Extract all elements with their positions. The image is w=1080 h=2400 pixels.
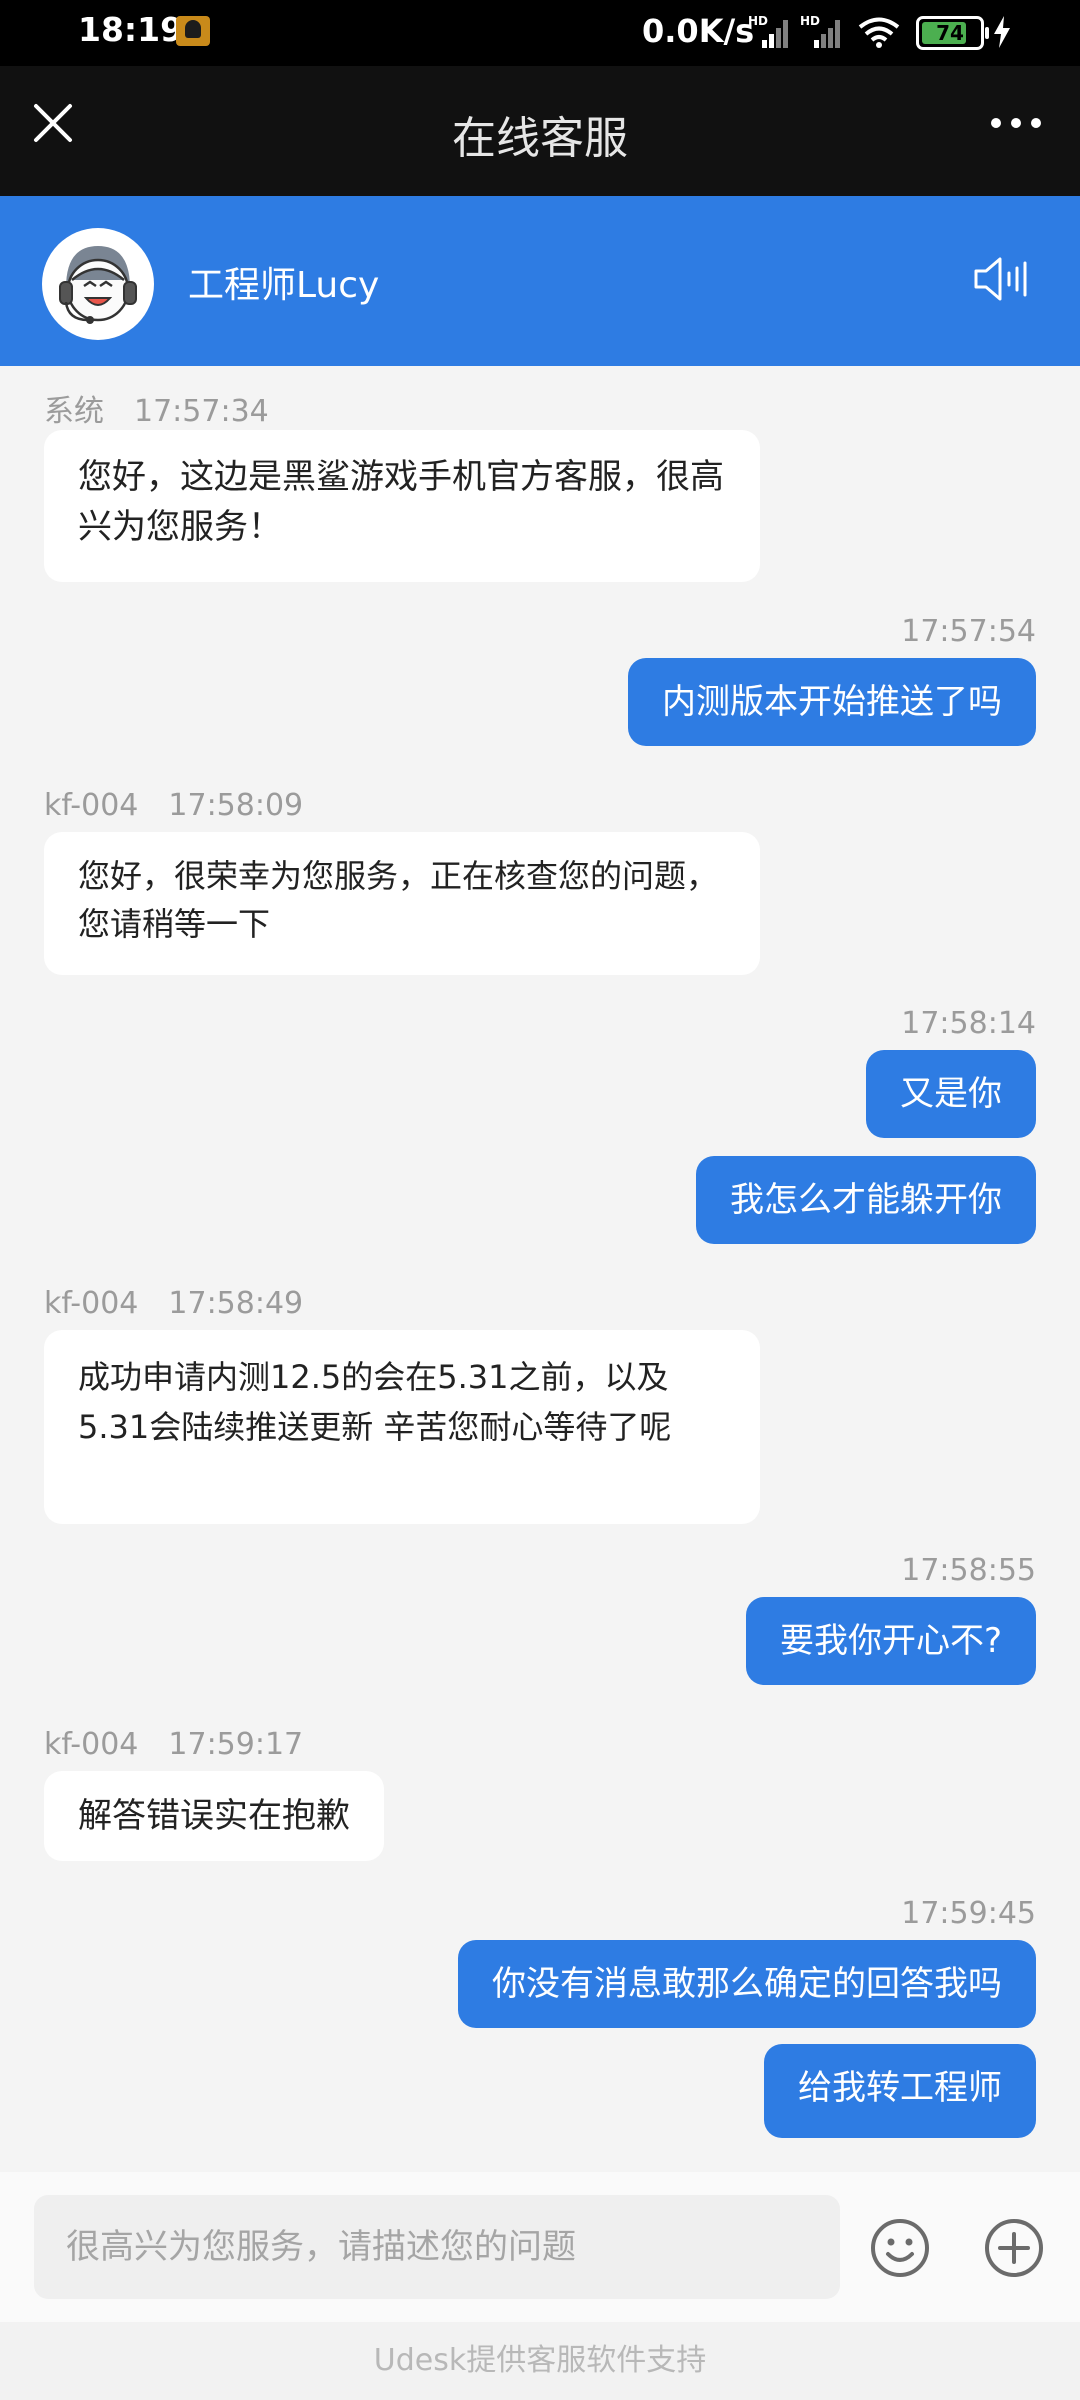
powered-by-footer: Udesk提供客服软件支持 — [0, 2322, 1080, 2400]
message-meta: kf-004 17:59:17 — [44, 1727, 303, 1762]
sender-name: 系统 — [44, 394, 104, 429]
signal-icon: HD — [748, 14, 792, 48]
plus-icon[interactable] — [982, 2216, 1046, 2280]
outgoing-message-bubble[interactable]: 你没有消息敢那么确定的回答我吗 — [458, 1940, 1036, 2028]
message-time: 17:59:45 — [901, 1896, 1036, 1931]
outgoing-message-bubble[interactable]: 又是你 — [866, 1050, 1036, 1138]
sender-name: kf-004 — [44, 788, 139, 823]
message-input[interactable] — [34, 2195, 840, 2299]
message-time: 17:59:17 — [168, 1727, 304, 1762]
agent-avatar-icon — [44, 230, 152, 338]
message-meta: kf-004 17:58:09 — [44, 788, 303, 823]
incoming-message-bubble[interactable]: 您好，这边是黑鲨游戏手机官方客服，很高兴为您服务！ — [44, 430, 760, 582]
agent-avatar — [42, 228, 154, 340]
message-time: 17:58:09 — [168, 788, 304, 823]
sender-name: kf-004 — [44, 1286, 139, 1321]
message-time: 17:57:54 — [901, 614, 1036, 649]
wifi-icon — [858, 17, 900, 48]
network-speed: 0.0K/s — [642, 12, 755, 50]
status-bar: 18:19 0.0K/s HD HD 74 — [0, 0, 1080, 66]
top-nav-bar: 在线客服 — [0, 66, 1080, 196]
status-time: 18:19 — [78, 10, 184, 49]
message-meta: kf-004 17:58:49 — [44, 1286, 303, 1321]
message-time: 17:58:55 — [901, 1553, 1036, 1588]
outgoing-message-bubble[interactable]: 我怎么才能躲开你 — [696, 1156, 1036, 1244]
incoming-message-bubble[interactable]: 您好，很荣幸为您服务，正在核查您的问题，您请稍等一下 — [44, 832, 760, 975]
signal-icon-2: HD — [800, 14, 844, 48]
outgoing-message-bubble[interactable]: 给我转工程师 — [764, 2044, 1036, 2138]
outgoing-message-bubble[interactable]: 要我你开心不? — [745, 1597, 1036, 1685]
message-time: 17:58:49 — [168, 1286, 304, 1321]
page-title: 在线客服 — [452, 113, 628, 164]
message-time: 17:57:34 — [134, 394, 269, 429]
incoming-message-bubble[interactable]: 成功申请内测12.5的会在5.31之前，以及5.31会陆续推送更新 辛苦您耐心等… — [44, 1330, 760, 1524]
message-time: 17:58:14 — [901, 1006, 1036, 1041]
agent-header: 工程师Lucy — [0, 196, 1080, 366]
emoji-icon[interactable] — [868, 2216, 932, 2280]
incoming-message-bubble[interactable]: 解答错误实在抱歉 — [44, 1771, 384, 1861]
speaker-icon[interactable] — [972, 254, 1028, 304]
app-notification-icon — [176, 16, 210, 46]
more-options-icon[interactable] — [988, 108, 1044, 138]
message-input-bar — [0, 2172, 1080, 2322]
agent-name: 工程师Lucy — [188, 265, 380, 306]
outgoing-message-bubble[interactable]: 内测版本开始推送了吗 — [628, 658, 1036, 746]
message-meta: 系统 17:57:34 — [44, 386, 269, 430]
sender-name: kf-004 — [44, 1727, 139, 1762]
battery-icon: 74 — [916, 16, 989, 50]
charging-icon — [994, 16, 1010, 48]
